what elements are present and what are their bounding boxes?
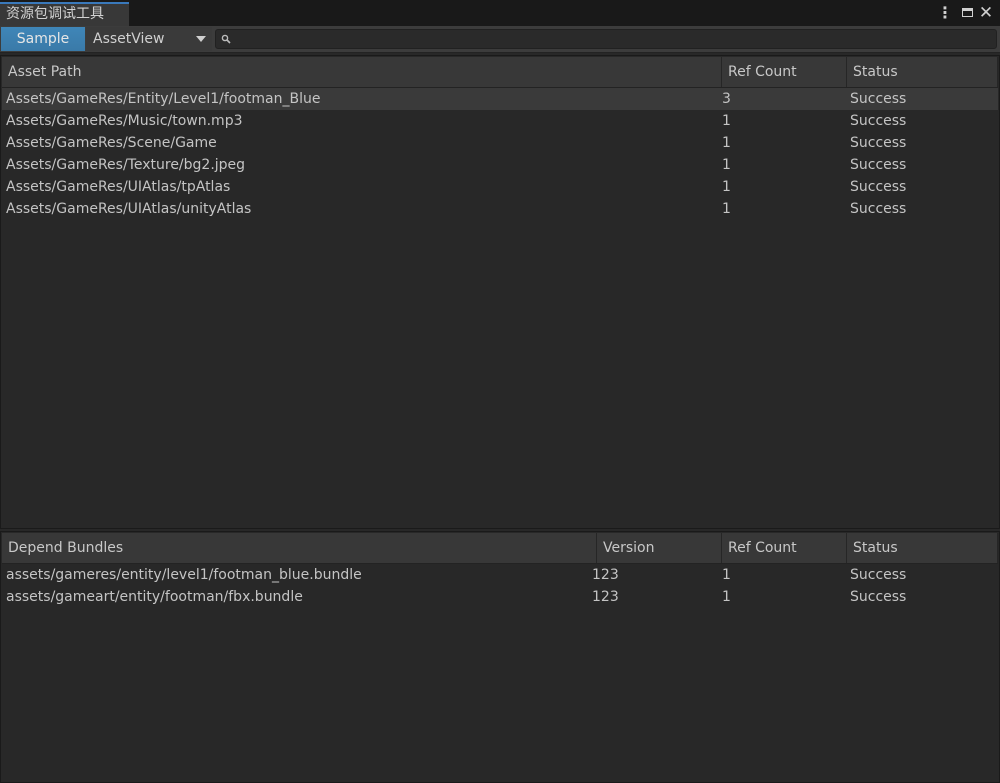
bundle-table: Depend Bundles Version Ref Count Status … — [0, 531, 1000, 783]
ref-count-cell: 3 — [722, 91, 731, 107]
table-row[interactable]: Assets/GameRes/Music/town.mp3 1 Success — [2, 110, 998, 132]
table-row[interactable]: Assets/GameRes/Entity/Level1/footman_Blu… — [2, 88, 998, 110]
status-cell: Success — [850, 589, 907, 605]
status-cell: Success — [850, 567, 907, 583]
asset-path-cell: Assets/GameRes/Music/town.mp3 — [6, 113, 243, 129]
column-header-status[interactable]: Status — [847, 533, 998, 563]
asset-path-cell: Assets/GameRes/Entity/Level1/footman_Blu… — [6, 91, 321, 107]
ref-count-cell: 1 — [722, 589, 731, 605]
window-title: 资源包调试工具 — [6, 6, 104, 22]
sample-button[interactable]: Sample — [1, 27, 85, 51]
ref-count-cell: 1 — [722, 113, 731, 129]
ref-count-cell: 1 — [722, 179, 731, 195]
asset-table: Asset Path Ref Count Status Assets/GameR… — [0, 55, 1000, 529]
status-cell: Success — [850, 113, 907, 129]
table-row[interactable]: assets/gameart/entity/footman/fbx.bundle… — [2, 586, 998, 608]
asset-path-cell: Assets/GameRes/UIAtlas/unityAtlas — [6, 201, 252, 217]
status-cell: Success — [850, 157, 907, 173]
chevron-down-icon — [196, 36, 206, 42]
ref-count-cell: 1 — [722, 201, 731, 217]
column-header-version[interactable]: Version — [597, 533, 722, 563]
asset-path-cell: Assets/GameRes/Scene/Game — [6, 135, 217, 151]
ref-count-cell: 1 — [722, 567, 731, 583]
view-dropdown[interactable]: AssetView — [86, 27, 212, 51]
column-header-ref-count[interactable]: Ref Count — [722, 533, 847, 563]
table-row[interactable]: Assets/GameRes/UIAtlas/unityAtlas 1 Succ… — [2, 198, 998, 220]
column-header-ref-count[interactable]: Ref Count — [722, 57, 847, 87]
version-cell: 123 — [592, 589, 619, 605]
debug-tool-window: 资源包调试工具 ⋮ ✕ Sample AssetView Asset Path … — [0, 0, 1000, 783]
ref-count-cell: 1 — [722, 135, 731, 151]
search-input[interactable] — [234, 30, 989, 48]
kebab-menu-icon[interactable]: ⋮ — [936, 4, 954, 22]
close-icon[interactable]: ✕ — [977, 4, 995, 22]
status-cell: Success — [850, 201, 907, 217]
view-dropdown-value: AssetView — [93, 31, 165, 47]
column-header-asset-path[interactable]: Asset Path — [2, 57, 722, 87]
status-cell: Success — [850, 179, 907, 195]
bundle-path-cell: assets/gameres/entity/level1/footman_blu… — [6, 567, 362, 583]
table-row[interactable]: Assets/GameRes/UIAtlas/tpAtlas 1 Success — [2, 176, 998, 198]
status-cell: Success — [850, 91, 907, 107]
window-title-tab[interactable]: 资源包调试工具 — [0, 2, 129, 26]
table-row[interactable]: Assets/GameRes/Texture/bg2.jpeg 1 Succes… — [2, 154, 998, 176]
search-field[interactable] — [215, 29, 997, 49]
asset-path-cell: Assets/GameRes/UIAtlas/tpAtlas — [6, 179, 231, 195]
asset-path-cell: Assets/GameRes/Texture/bg2.jpeg — [6, 157, 246, 173]
title-bar: 资源包调试工具 ⋮ ✕ — [0, 0, 1000, 26]
column-header-status[interactable]: Status — [847, 57, 998, 87]
ref-count-cell: 1 — [722, 157, 731, 173]
bundle-table-header: Depend Bundles Version Ref Count Status — [2, 533, 998, 564]
asset-table-header: Asset Path Ref Count Status — [2, 57, 998, 88]
maximize-icon[interactable] — [958, 4, 976, 22]
bundle-path-cell: assets/gameart/entity/footman/fbx.bundle — [6, 589, 303, 605]
search-icon — [221, 34, 231, 44]
table-row[interactable]: Assets/GameRes/Scene/Game 1 Success — [2, 132, 998, 154]
toolbar: Sample AssetView — [0, 26, 1000, 53]
version-cell: 123 — [592, 567, 619, 583]
status-cell: Success — [850, 135, 907, 151]
table-row[interactable]: assets/gameres/entity/level1/footman_blu… — [2, 564, 998, 586]
column-header-depend-bundles[interactable]: Depend Bundles — [2, 533, 597, 563]
